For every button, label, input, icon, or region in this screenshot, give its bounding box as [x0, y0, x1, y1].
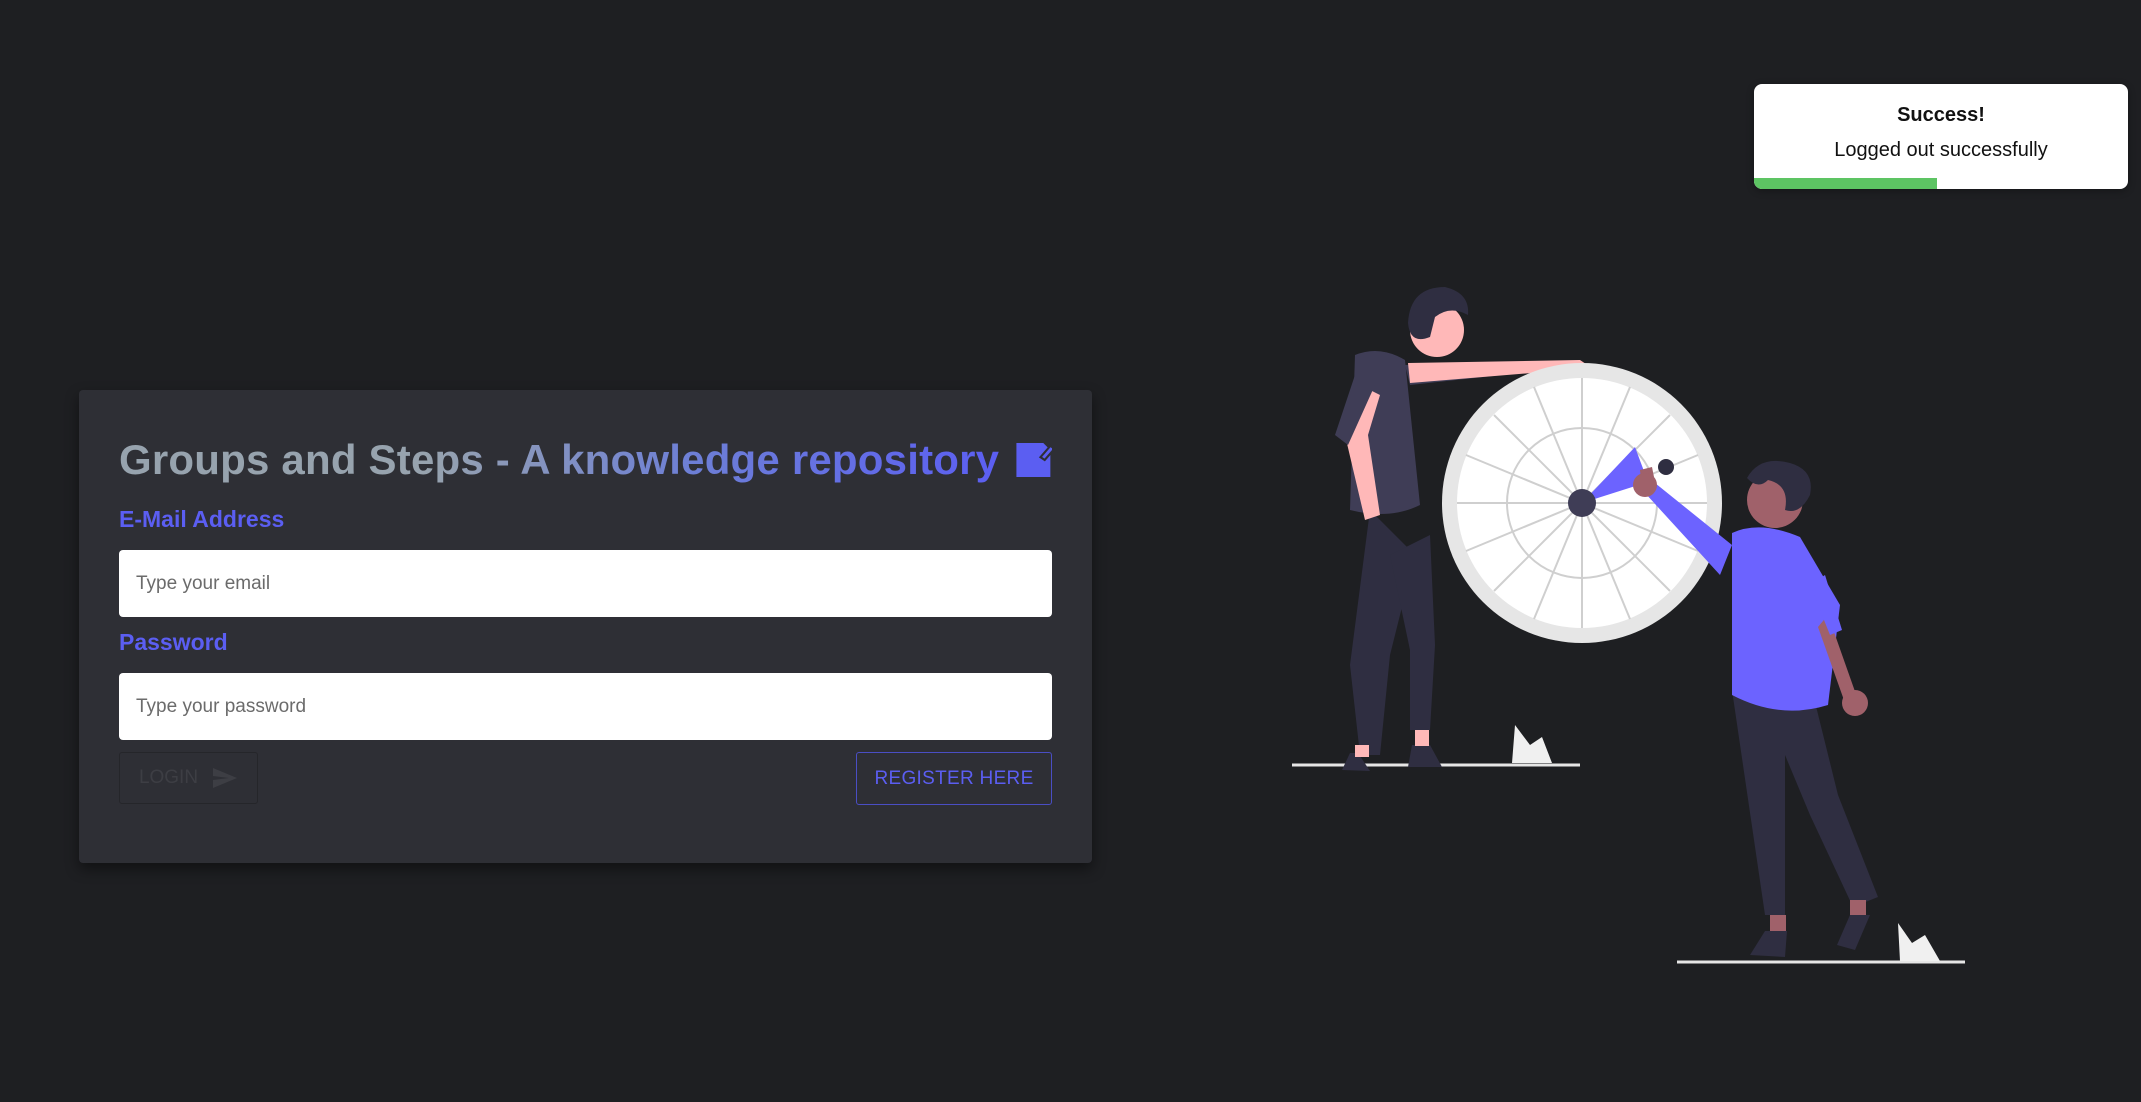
page-title: Groups and Steps - A knowledge repositor… [119, 436, 1000, 483]
form-actions: LOGIN REGISTER HERE [119, 752, 1052, 806]
register-button-label: REGISTER HERE [874, 767, 1034, 789]
login-button-label: LOGIN [138, 767, 199, 788]
email-label: E-Mail Address [119, 506, 285, 532]
toast-progress-track [1754, 178, 2128, 189]
password-label: Password [119, 629, 228, 655]
login-card: Groups and Steps - A knowledge repositor… [79, 390, 1092, 863]
page: Groups and Steps - A knowledge repositor… [0, 0, 2141, 1102]
note-icon [1016, 443, 1052, 477]
password-input[interactable] [119, 673, 1052, 740]
send-icon [213, 768, 238, 788]
success-toast[interactable]: Success! Logged out successfully [1754, 84, 2128, 189]
toast-message: Logged out successfully [1834, 139, 2048, 161]
spinning-wheel-illustration [1292, 287, 1965, 964]
toast-progress-bar [1754, 178, 1938, 189]
toast-title: Success! [1897, 104, 1985, 126]
email-input[interactable] [119, 550, 1052, 617]
register-button[interactable]: REGISTER HERE [856, 752, 1052, 805]
login-button[interactable]: LOGIN [119, 752, 258, 804]
title-row: Groups and Steps - A knowledge repositor… [119, 430, 1052, 490]
